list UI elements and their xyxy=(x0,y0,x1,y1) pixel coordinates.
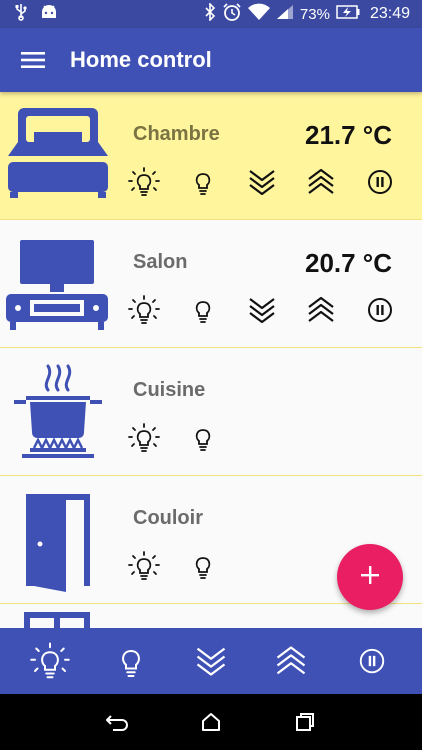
signal-icon xyxy=(276,4,294,24)
shutter-down-icon[interactable] xyxy=(246,166,278,198)
bed-icon xyxy=(4,104,112,208)
room-name: Chambre xyxy=(133,123,220,145)
door-icon xyxy=(4,488,112,592)
hamburger-menu-icon[interactable] xyxy=(0,28,66,92)
room-temperature: 20.7 °C xyxy=(304,248,392,278)
alarm-icon xyxy=(222,2,242,26)
app-title: Home control xyxy=(70,47,212,72)
usb-icon xyxy=(14,3,28,25)
shutter-up-icon[interactable] xyxy=(305,294,337,326)
all-shutters-down-icon[interactable] xyxy=(189,639,233,683)
lights-on-icon[interactable] xyxy=(128,422,160,454)
room-row-salon[interactable]: Salon 20.7 °C xyxy=(0,220,422,348)
screen: 73% 23:49 Home control Chambre 21.7 °C S… xyxy=(0,0,422,750)
room-name: Salon xyxy=(133,251,188,273)
status-time: 23:49 xyxy=(369,5,410,22)
room-temperature: 21.7 °C xyxy=(304,120,392,150)
all-shutters-up-icon[interactable] xyxy=(269,639,313,683)
light-off-icon[interactable] xyxy=(187,166,219,198)
home-icon[interactable] xyxy=(191,702,231,742)
cooking-pot-icon xyxy=(4,360,112,464)
all-lights-off-icon[interactable] xyxy=(109,639,153,683)
app-bar: Home control xyxy=(0,28,422,92)
shutter-down-icon[interactable] xyxy=(246,294,278,326)
room-name: Couloir xyxy=(133,507,203,529)
all-lights-on-icon[interactable] xyxy=(28,639,72,683)
add-room-button[interactable] xyxy=(337,544,403,610)
status-bar: 73% 23:49 xyxy=(0,0,422,28)
android-icon xyxy=(40,4,58,24)
shutter-up-icon[interactable] xyxy=(305,166,337,198)
pause-all-icon[interactable] xyxy=(350,639,394,683)
wifi-icon xyxy=(247,3,270,25)
battery-charging-icon xyxy=(336,5,360,23)
bluetooth-icon xyxy=(204,2,216,25)
system-nav-bar xyxy=(0,694,422,750)
window-icon xyxy=(24,612,90,628)
battery-percent: 73% xyxy=(299,5,330,23)
pause-icon[interactable] xyxy=(364,294,396,326)
light-off-icon[interactable] xyxy=(187,422,219,454)
lights-on-icon[interactable] xyxy=(128,550,160,582)
room-row-cuisine[interactable]: Cuisine xyxy=(0,348,422,476)
light-off-icon[interactable] xyxy=(187,294,219,326)
lights-on-icon[interactable] xyxy=(128,294,160,326)
bottom-action-bar xyxy=(0,628,422,694)
plus-icon xyxy=(359,564,381,591)
lights-on-icon[interactable] xyxy=(128,166,160,198)
light-off-icon[interactable] xyxy=(187,550,219,582)
pause-icon[interactable] xyxy=(364,166,396,198)
tv-unit-icon xyxy=(4,232,112,336)
room-name: Cuisine xyxy=(133,379,206,401)
recent-apps-icon[interactable] xyxy=(285,702,325,742)
back-icon[interactable] xyxy=(97,702,137,742)
room-row-chambre[interactable]: Chambre 21.7 °C xyxy=(0,92,422,220)
